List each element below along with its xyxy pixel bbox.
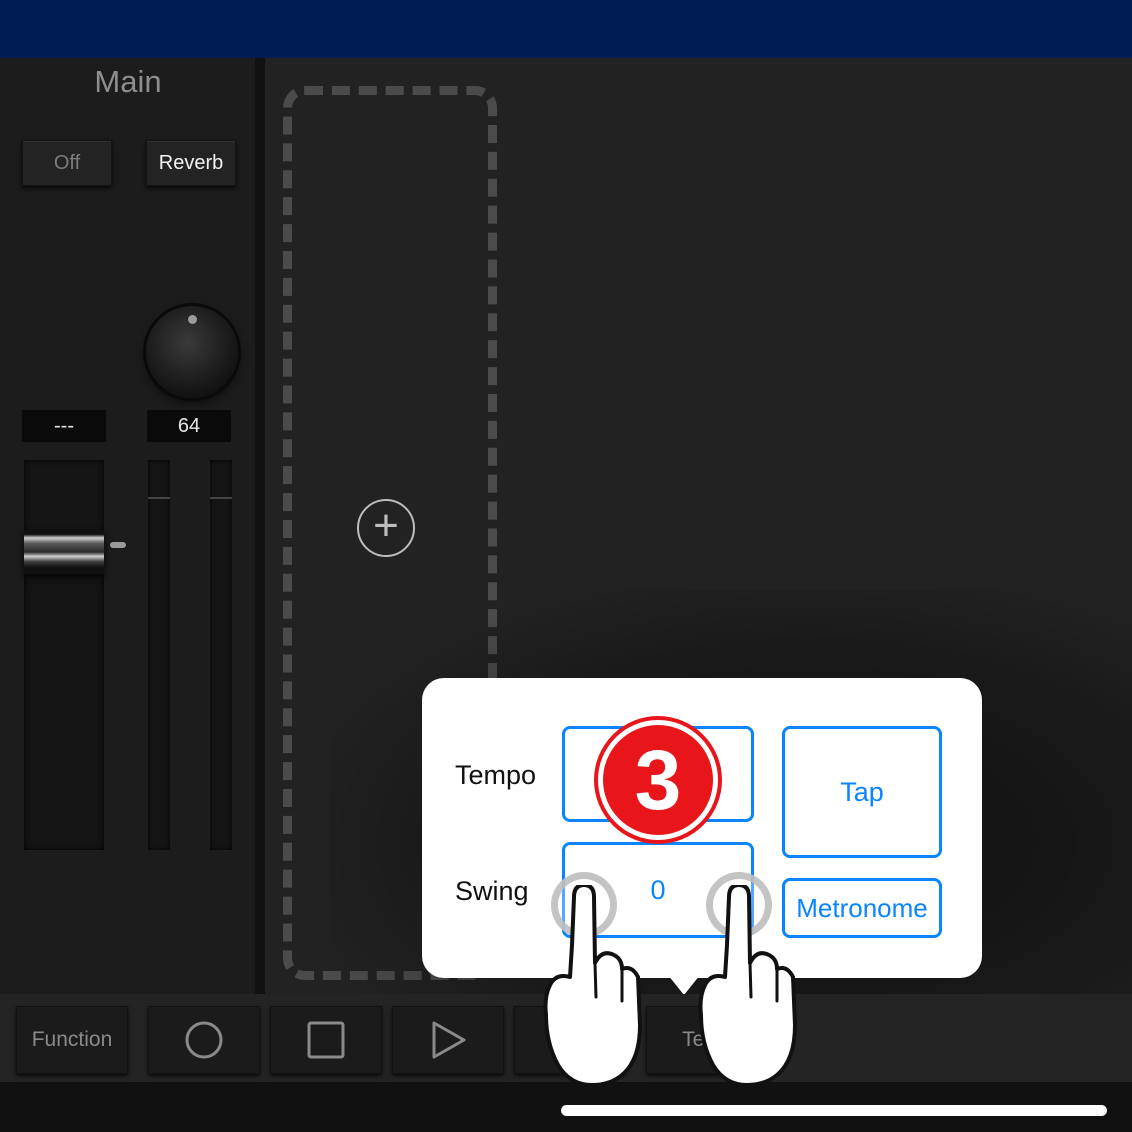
- record-button[interactable]: [148, 1006, 260, 1074]
- plus-circle-icon[interactable]: +: [357, 499, 415, 557]
- pointing-hand-icon: [698, 885, 797, 1087]
- stop-button[interactable]: [270, 1006, 382, 1074]
- swing-label: Swing: [455, 876, 529, 906]
- knob-indicator: [188, 315, 197, 324]
- pointing-hand-icon: [543, 885, 642, 1087]
- fader-level-marker: [110, 542, 126, 548]
- volume-value: ---: [22, 410, 106, 442]
- meter-peak-line: [148, 497, 170, 499]
- reverb-button[interactable]: Reverb: [146, 140, 236, 186]
- top-navigation-bar: [0, 0, 1132, 58]
- level-meter-left: [148, 460, 170, 850]
- panel-divider[interactable]: [255, 58, 265, 994]
- function-button[interactable]: Function: [16, 1006, 128, 1074]
- volume-fader-track[interactable]: [24, 460, 104, 850]
- play-icon: [432, 1021, 466, 1059]
- tap-tempo-button[interactable]: Tap: [782, 726, 942, 858]
- mixer-title: Main: [94, 64, 162, 99]
- home-indicator[interactable]: [561, 1105, 1107, 1116]
- level-meter-right: [210, 460, 232, 850]
- meter-peak-line: [210, 497, 232, 499]
- reverb-value: 64: [147, 410, 231, 442]
- volume-fader-handle[interactable]: [24, 530, 104, 574]
- tempo-label: Tempo: [455, 760, 537, 790]
- record-icon: [185, 1021, 223, 1059]
- mixer-panel: Main Off Reverb --- 64: [0, 58, 256, 994]
- stop-icon: [307, 1021, 345, 1059]
- metronome-button[interactable]: Metronome: [782, 878, 942, 938]
- reverb-knob[interactable]: [146, 306, 238, 398]
- step-number-badge: 3: [598, 720, 718, 840]
- play-button[interactable]: [392, 1006, 504, 1074]
- effect-off-button[interactable]: Off: [22, 140, 112, 186]
